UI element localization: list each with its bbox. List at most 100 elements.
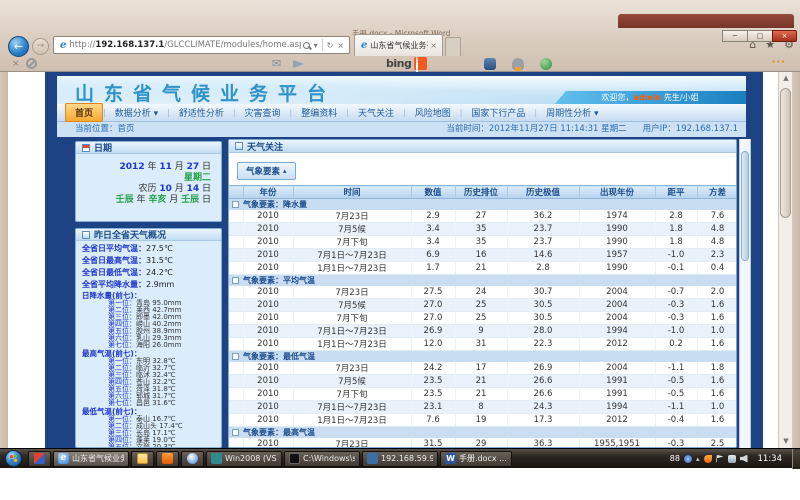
taskbar-clock[interactable]: 11:34: [752, 454, 789, 464]
search-icon[interactable]: [303, 42, 310, 49]
panel-icon: [235, 142, 243, 150]
cell: 7月5候: [293, 299, 411, 312]
table-row[interactable]: 20107月1日～7月23日23.1824.31994-1.11.0: [229, 401, 737, 414]
scroll-up-icon[interactable]: ▲: [779, 72, 792, 85]
cell: 2004: [579, 299, 655, 312]
table-row[interactable]: 20107月5候27.02530.52004-0.31.6: [229, 299, 737, 312]
table-row[interactable]: 20107月23日27.52430.72004-0.72.0: [229, 286, 737, 299]
send-plane-icon[interactable]: [293, 60, 304, 68]
group-checkbox[interactable]: [232, 277, 239, 284]
nav-item-7[interactable]: 国家下行产品: [462, 104, 534, 121]
cell: 23.7: [507, 236, 579, 249]
ie-page-icon: e: [60, 40, 66, 51]
tray-expand-icon[interactable]: ▴: [696, 455, 700, 463]
cell: 1.0: [697, 401, 737, 414]
cell: 1974: [579, 210, 655, 223]
group-checkbox[interactable]: [232, 429, 239, 436]
nav-item-5[interactable]: 天气关注: [349, 104, 403, 121]
cell: 23.7: [507, 223, 579, 236]
new-tab-button[interactable]: [445, 37, 461, 56]
browser-scrollbar-thumb[interactable]: [780, 88, 791, 218]
taskbar-button-pinned-app[interactable]: [28, 451, 51, 467]
group-row-0[interactable]: 气象要素：降水量: [229, 199, 737, 211]
table-row[interactable]: 20107月23日31.52936.31955,1951-0.32.5: [229, 438, 737, 448]
panel-scrollbar[interactable]: [739, 139, 751, 448]
folder-icon: [137, 453, 148, 464]
taskbar-button-orange-app[interactable]: [156, 451, 179, 467]
dropdown-up-icon: ▴: [283, 167, 287, 175]
group-checkbox[interactable]: [232, 201, 239, 208]
cell: 1.8: [697, 362, 737, 375]
taskbar-button-vm-window[interactable]: Win2008 (VS2...: [206, 451, 282, 467]
table-row[interactable]: 20107月5候3.43523.719901.84.8: [229, 223, 737, 236]
taskbar-button-ie-window[interactable]: e山东省气候业务平...: [53, 451, 129, 467]
cell: 2.8: [655, 210, 697, 223]
nav-item-0[interactable]: 首页: [65, 103, 103, 122]
table-row[interactable]: 20101月1日～7月23日12.03122.320120.21.6: [229, 338, 737, 351]
cell: 7月下旬: [293, 236, 411, 249]
nav-item-6[interactable]: 风险地图: [406, 104, 460, 121]
panel-scrollbar-thumb[interactable]: [741, 151, 749, 261]
taskbar-button-word-window[interactable]: W手册.docx ...: [440, 451, 512, 467]
cell: 2010: [243, 414, 293, 427]
address-bar[interactable]: e http://192.168.137.1/GLCCLIMATE/module…: [53, 36, 350, 54]
table-row[interactable]: 20107月下旬23.52126.61991-0.51.6: [229, 388, 737, 401]
toolbar-close-icon[interactable]: ×: [12, 59, 20, 69]
group-row-2[interactable]: 气象要素：最低气温: [229, 351, 737, 363]
group-row-1[interactable]: 气象要素：平均气温: [229, 275, 737, 287]
camera-icon[interactable]: [484, 58, 496, 70]
refresh-icon[interactable]: ↻: [327, 41, 334, 50]
stop-icon[interactable]: ×: [337, 41, 344, 50]
table-row[interactable]: 20101月1日～7月23日1.7212.81990-0.10.4: [229, 262, 737, 275]
taskbar-button-media-app[interactable]: [181, 451, 204, 467]
group-checkbox[interactable]: [232, 353, 239, 360]
back-button[interactable]: ←: [8, 36, 29, 57]
input-indicator[interactable]: 88: [670, 454, 680, 463]
maximize-button[interactable]: □: [747, 30, 772, 42]
table-row[interactable]: 20107月5候23.52126.61991-0.51.6: [229, 375, 737, 388]
bing-logo[interactable]: bing: [386, 57, 411, 70]
cell: 27.0: [411, 312, 455, 325]
table-row[interactable]: 20107月下旬3.43523.719901.84.8: [229, 236, 737, 249]
taskbar-button-rdp-window[interactable]: 192.168.59.99...: [362, 451, 438, 467]
scroll-down-icon[interactable]: ▼: [779, 435, 792, 448]
close-button[interactable]: ×: [772, 30, 797, 42]
forward-button[interactable]: →: [32, 38, 49, 55]
speaker-icon[interactable]: [740, 455, 748, 463]
tray-flag-icon[interactable]: [716, 455, 724, 463]
table-row[interactable]: 20101月1日～7月23日7.61917.32012-0.41.6: [229, 414, 737, 427]
browser-scrollbar[interactable]: ▲ ▼: [778, 72, 792, 448]
browser-tab[interactable]: e 山东省气候业务平... ×: [354, 34, 443, 56]
cell: 30.7: [507, 286, 579, 299]
table-row[interactable]: 20107月23日2.92736.219742.87.6: [229, 210, 737, 223]
nav-item-1[interactable]: 数据分析 ▾: [106, 104, 167, 121]
table-row[interactable]: 20107月1日～7月23日26.9928.01994-1.01.0: [229, 325, 737, 338]
nav-item-4[interactable]: 整编资料: [292, 104, 346, 121]
more-options-icon[interactable]: ···: [772, 57, 786, 68]
nav-item-2[interactable]: 舒适性分析: [170, 104, 233, 121]
cell: 1991: [579, 388, 655, 401]
globe-icon[interactable]: [540, 58, 552, 70]
element-filter-button[interactable]: 气象要素 ▴: [237, 162, 296, 180]
table-row[interactable]: 20107月1日～7月23日6.91614.61957-1.02.3: [229, 249, 737, 262]
table-row[interactable]: 20107月下旬27.02530.52004-0.31.6: [229, 312, 737, 325]
group-row-3[interactable]: 气象要素：最高气温: [229, 427, 737, 439]
nav-item-3[interactable]: 灾害查询: [236, 104, 290, 121]
mail-icon[interactable]: ✉: [272, 57, 281, 70]
nav-item-8[interactable]: 周期性分析 ▾: [537, 104, 607, 121]
minimize-button[interactable]: ─: [722, 30, 747, 42]
tray-fire-icon[interactable]: [704, 455, 712, 463]
tab-close-icon[interactable]: ×: [428, 41, 439, 50]
tray-blue-icon[interactable]: [684, 455, 692, 463]
person-icon[interactable]: [512, 58, 524, 70]
taskbar-button-explorer[interactable]: [131, 451, 154, 467]
bing-search-icon[interactable]: [414, 57, 427, 70]
summary-stat: 全省日最高气温：31.5℃: [82, 255, 219, 267]
network-icon[interactable]: [728, 455, 736, 463]
taskbar-button-cmd-window[interactable]: C:\Windows\s...: [284, 451, 360, 467]
table-row[interactable]: 20107月23日24.21726.92004-1.11.8: [229, 362, 737, 375]
show-desktop-button[interactable]: [792, 449, 800, 469]
chevron-down-icon[interactable]: ▾: [314, 41, 318, 50]
start-button[interactable]: [5, 450, 22, 467]
cell: 1月1日～7月23日: [293, 338, 411, 351]
